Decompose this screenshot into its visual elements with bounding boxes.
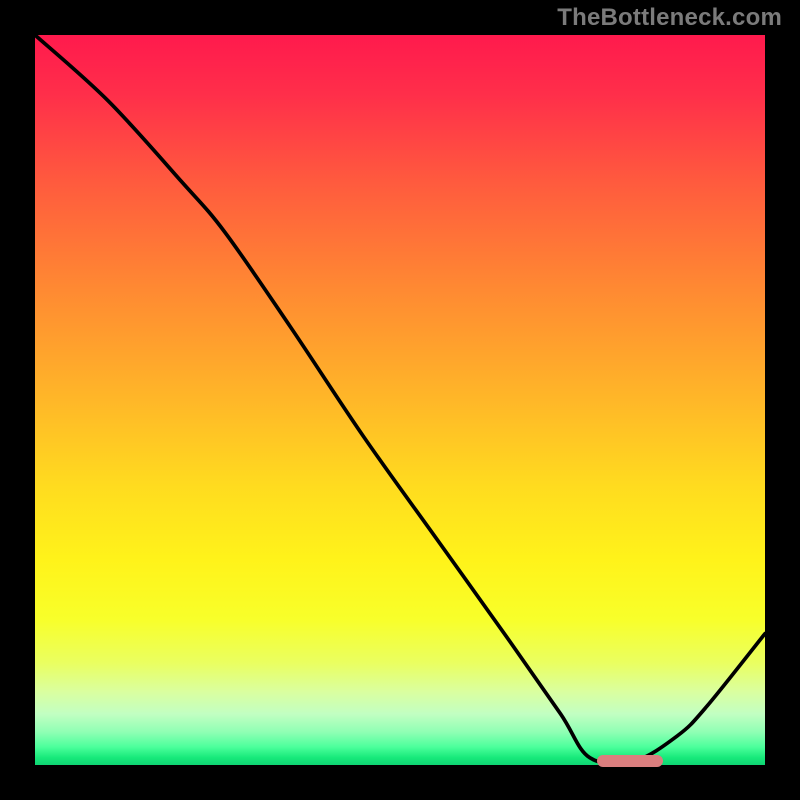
- watermark-label: TheBottleneck.com: [557, 4, 782, 32]
- plot-area: [35, 35, 765, 765]
- optimal-range-marker: [597, 755, 663, 767]
- chart-container: TheBottleneck.com: [0, 0, 800, 800]
- curve-line: [35, 35, 765, 765]
